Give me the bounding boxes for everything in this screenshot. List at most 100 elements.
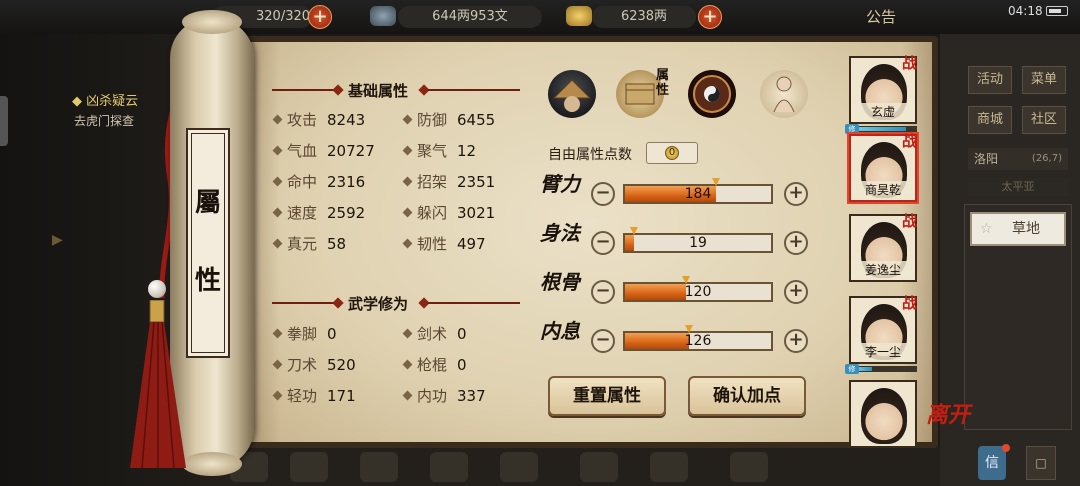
xp-badge: 修 (845, 364, 859, 374)
stat-bullet-icon (272, 207, 283, 218)
bottom-icon-5[interactable] (500, 452, 538, 482)
stat-bullet-icon (272, 328, 283, 339)
attribute-bar: 126 (623, 325, 773, 351)
rod-cap-top (182, 10, 242, 34)
attribute-minus-button[interactable]: − (591, 182, 615, 206)
stat-value: 337 (457, 387, 486, 405)
stat-name: 命中 (287, 173, 318, 191)
stat-name: 速度 (287, 204, 318, 222)
title-char-1: 屬 (194, 188, 221, 218)
attribute-name: 根骨 (540, 270, 580, 294)
gold-plus-button[interactable]: + (698, 5, 722, 29)
hat-icon[interactable] (548, 70, 596, 118)
stat-bullet-icon (272, 359, 283, 370)
battle-tag: 战 (902, 294, 918, 312)
basic-stat: 防御 6455 (402, 110, 495, 130)
stat-value: 171 (327, 387, 356, 405)
attribute-bar: 19 (623, 227, 773, 253)
stat-name: 聚气 (417, 142, 448, 160)
attribute-plus-button[interactable]: + (784, 231, 808, 255)
bottom-icon-7[interactable] (650, 452, 688, 482)
attribute-value: 184 (684, 186, 712, 202)
attribute-plus-button[interactable]: + (784, 329, 808, 353)
coin-icon: 0 (665, 145, 679, 160)
attribute-plus-button[interactable]: + (784, 182, 808, 206)
attribute-minus-button[interactable]: − (591, 329, 615, 353)
stat-name: 轻功 (287, 387, 318, 405)
bar-marker-icon (685, 325, 693, 333)
stat-value: 2316 (327, 173, 366, 191)
stat-value: 20727 (327, 142, 375, 160)
stat-bullet-icon (272, 114, 283, 125)
attribute-value: 19 (689, 235, 707, 251)
active-tab-label: 属性 (656, 68, 670, 98)
menu-button[interactable]: 菜单 (1022, 66, 1066, 94)
reset-attributes-button[interactable]: 重置属性 (548, 376, 666, 416)
map-tag: 太平亚 (968, 178, 1068, 196)
basic-stat: 气血 20727 (272, 141, 375, 161)
martial-stat: 剑术 0 (402, 324, 467, 344)
bagua-icon[interactable] (688, 70, 736, 118)
hero-portrait[interactable] (849, 380, 917, 448)
basic-stat: 聚气 12 (402, 141, 476, 161)
side-handle[interactable] (0, 96, 8, 146)
battle-tag: 战 (902, 212, 918, 230)
stat-bullet-icon (272, 390, 283, 401)
bottom-icon-6[interactable] (580, 452, 618, 482)
gold-display: 6238两 (592, 6, 696, 28)
stat-value: 0 (327, 325, 337, 343)
stat-bullet-icon (402, 390, 413, 401)
leave-button[interactable]: 离开 (926, 404, 972, 458)
basic-stat: 真元 58 (272, 234, 347, 254)
notification-dot (1002, 444, 1010, 452)
title-char-2: 性 (194, 266, 221, 296)
gold-icon (566, 6, 592, 26)
confirm-points-button[interactable]: 确认加点 (688, 376, 806, 416)
stat-value: 58 (327, 235, 347, 253)
stamina-plus-button[interactable]: + (308, 5, 332, 29)
activity-button[interactable]: 活动 (968, 66, 1012, 94)
square-button[interactable]: □ (1026, 446, 1056, 480)
attribute-name: 身法 (540, 221, 580, 245)
basic-stat: 攻击 8243 (272, 110, 365, 130)
bottom-icon-8[interactable] (730, 452, 768, 482)
stat-name: 拳脚 (287, 325, 318, 343)
hero-xp-bar (849, 366, 917, 372)
panel-title-plate: 屬 性 (186, 128, 230, 358)
community-button[interactable]: 社区 (1022, 106, 1066, 134)
notice-button[interactable]: 公告 (866, 6, 896, 27)
basic-stat: 命中 2316 (272, 172, 366, 192)
quest-title[interactable]: ◆ 凶杀疑云 (72, 90, 138, 109)
shop-button[interactable]: 商城 (968, 106, 1012, 134)
free-points-label: 自由属性点数 (548, 147, 632, 163)
attribute-bar: 184 (623, 178, 773, 204)
bottom-icon-4[interactable] (430, 452, 468, 482)
deco-line (428, 89, 520, 91)
stat-name: 气血 (287, 142, 318, 160)
basic-stat: 韧性 497 (402, 234, 486, 254)
location-coords: (26,7) (1031, 153, 1062, 164)
stat-name: 真元 (287, 235, 318, 253)
meridian-icon[interactable] (760, 70, 808, 118)
stat-bullet-icon (402, 114, 413, 125)
attribute-minus-button[interactable]: − (591, 231, 615, 255)
stat-bullet-icon (272, 145, 283, 156)
stat-value: 520 (327, 356, 356, 374)
bottom-icon-2[interactable] (290, 452, 328, 482)
attribute-minus-button[interactable]: − (591, 280, 615, 304)
stat-name: 内功 (417, 387, 448, 405)
bar-marker-icon (712, 178, 720, 186)
silver-display: 644两953文 (398, 6, 542, 28)
battle-tag: 战 (902, 132, 918, 150)
martial-stat: 拳脚 0 (272, 324, 337, 344)
hero-name: 商昊乾 (851, 181, 915, 198)
stat-value: 2592 (327, 204, 366, 222)
mail-button[interactable]: 信 (978, 446, 1006, 480)
tile-grass[interactable]: ☆ 草地 (970, 212, 1066, 246)
attribute-plus-button[interactable]: + (784, 280, 808, 304)
expand-arrow-icon[interactable]: ▶ (52, 232, 63, 248)
attribute-value: 120 (684, 284, 712, 300)
bar-marker-icon (682, 276, 690, 284)
stat-name: 剑术 (417, 325, 448, 343)
bottom-icon-3[interactable] (360, 452, 398, 482)
